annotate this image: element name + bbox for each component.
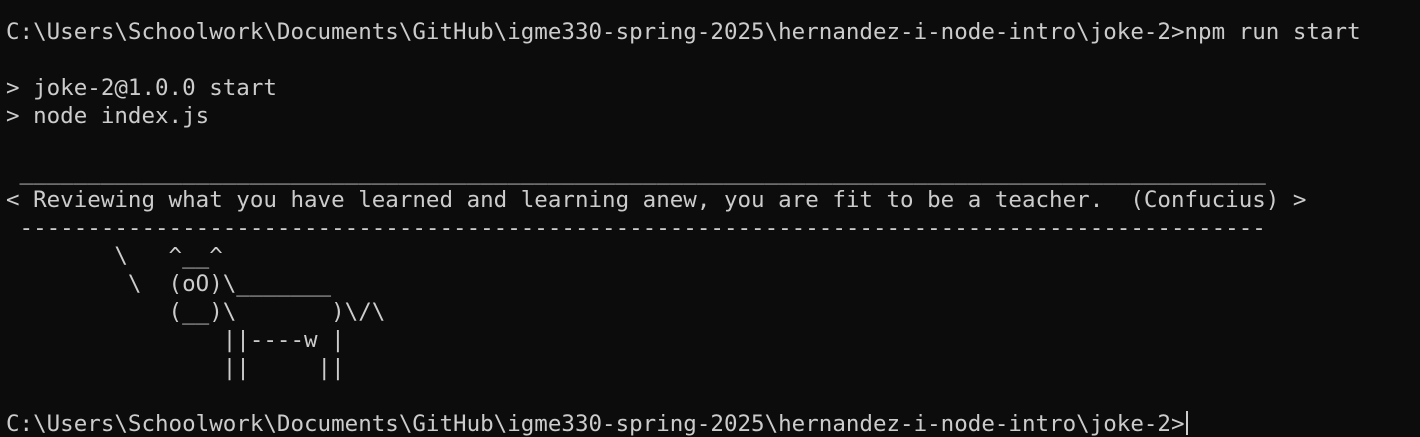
cow-art-line: || || [6, 355, 345, 381]
prompt-text: C:\Users\Schoolwork\Documents\GitHub\igm… [6, 411, 1185, 437]
terminal-window[interactable]: C:\Users\Schoolwork\Documents\GitHub\igm… [0, 0, 1420, 437]
cow-art-line: (__)\ )\/\ [6, 299, 386, 325]
command-line: C:\Users\Schoolwork\Documents\GitHub\igm… [6, 19, 1361, 45]
npm-script-command-line: > node index.js [6, 103, 210, 129]
speech-bubble-quote: < Reviewing what you have learned and le… [6, 187, 1307, 213]
speech-bubble-bottom-border: ----------------------------------------… [6, 215, 1266, 241]
cow-art-line: \ (oO)\_______ [6, 271, 332, 297]
cow-art-line: ||----w | [6, 327, 345, 353]
cow-art-line: \ ^__^ [6, 243, 223, 269]
text-cursor [1185, 411, 1188, 435]
speech-bubble-top-border: ________________________________________… [6, 159, 1266, 185]
npm-script-line: > joke-2@1.0.0 start [6, 75, 277, 101]
prompt-line[interactable]: C:\Users\Schoolwork\Documents\GitHub\igm… [6, 410, 1420, 437]
